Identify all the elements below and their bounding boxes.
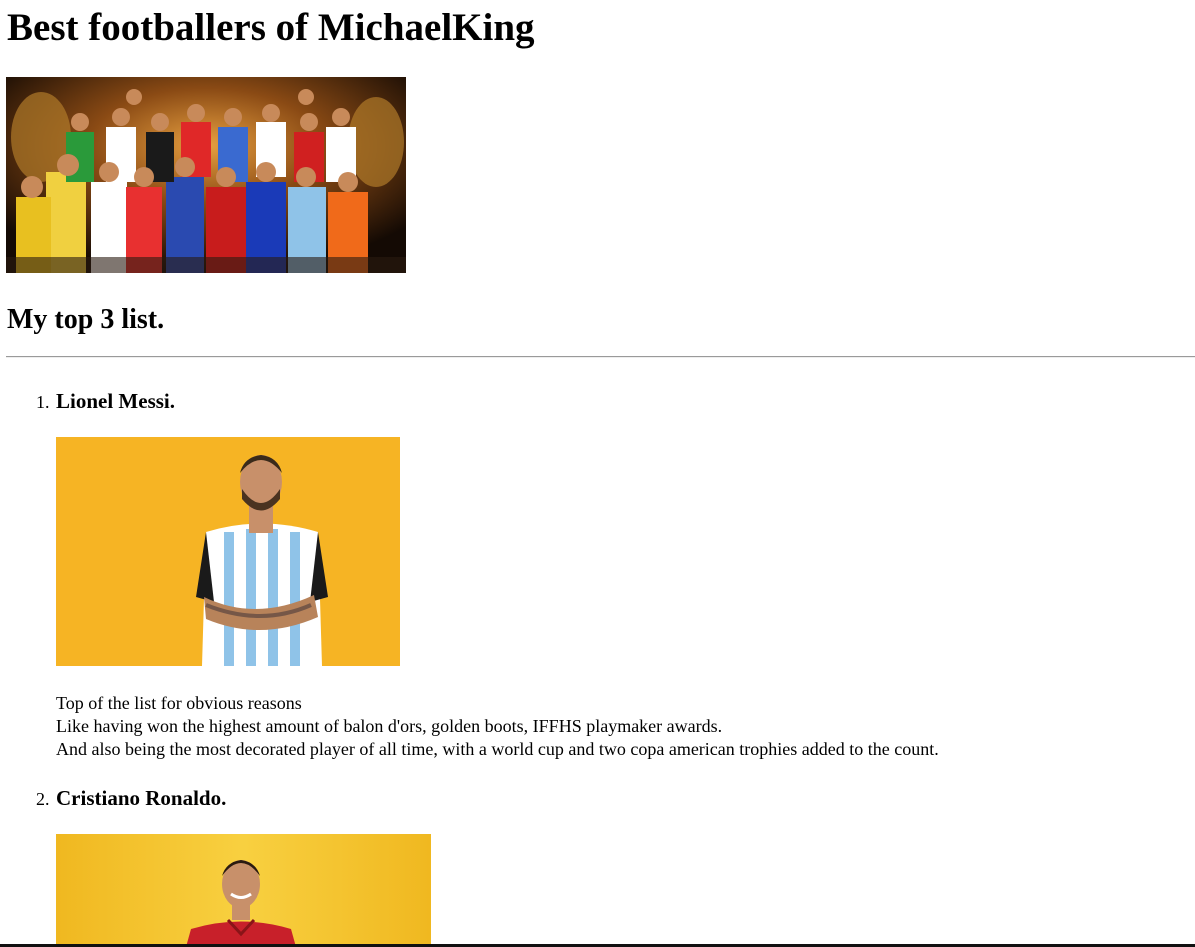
page: Best footballers of MichaelKing My top 3…	[0, 0, 1195, 947]
description-line: Like having won the highest amount of ba…	[56, 716, 723, 736]
list-heading: My top 3 list.	[7, 304, 165, 335]
list-number: 2.	[36, 789, 50, 809]
ronaldo-photo	[56, 834, 431, 947]
footballers-banner-image	[6, 77, 406, 273]
list-number: 1.	[36, 392, 50, 412]
divider	[6, 356, 1195, 358]
page-title: Best footballers of MichaelKing	[7, 6, 535, 49]
player-name: Cristiano Ronaldo.	[56, 786, 227, 810]
player-description: Top of the list for obvious reasons Like…	[56, 692, 939, 761]
messi-photo	[56, 437, 400, 666]
player-name: Lionel Messi.	[56, 389, 175, 413]
description-line: Top of the list for obvious reasons	[56, 693, 302, 713]
description-line: And also being the most decorated player…	[56, 739, 939, 759]
